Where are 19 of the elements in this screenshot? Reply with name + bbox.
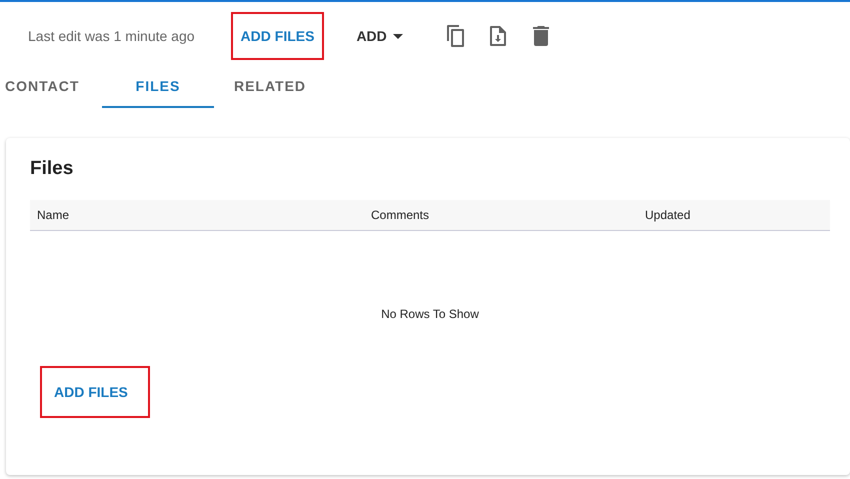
add-files-button[interactable]: ADD FILES (40, 366, 150, 418)
tab[interactable]: RELATED (214, 66, 326, 108)
empty-message: No Rows To Show (381, 307, 479, 321)
tab[interactable]: FILES (102, 66, 214, 108)
trash-icon (532, 26, 549, 46)
file-download-icon (488, 25, 507, 47)
card-title: Files (30, 158, 74, 180)
tab[interactable]: CONTACT (0, 66, 102, 108)
column-header: Name (37, 208, 70, 222)
column-header: Updated (645, 208, 692, 222)
column-header: Comments (371, 208, 430, 222)
copy-icon (444, 24, 467, 48)
add-menu-button[interactable]: ADD (346, 12, 413, 60)
last-edit-status: Last edit was 1 minute ago (28, 28, 195, 44)
add-files-button[interactable]: ADD FILES (230, 12, 324, 60)
copy-button[interactable] (444, 24, 467, 48)
delete-button[interactable] (532, 26, 549, 46)
caret-icon (392, 34, 403, 38)
download-button[interactable] (488, 25, 507, 47)
